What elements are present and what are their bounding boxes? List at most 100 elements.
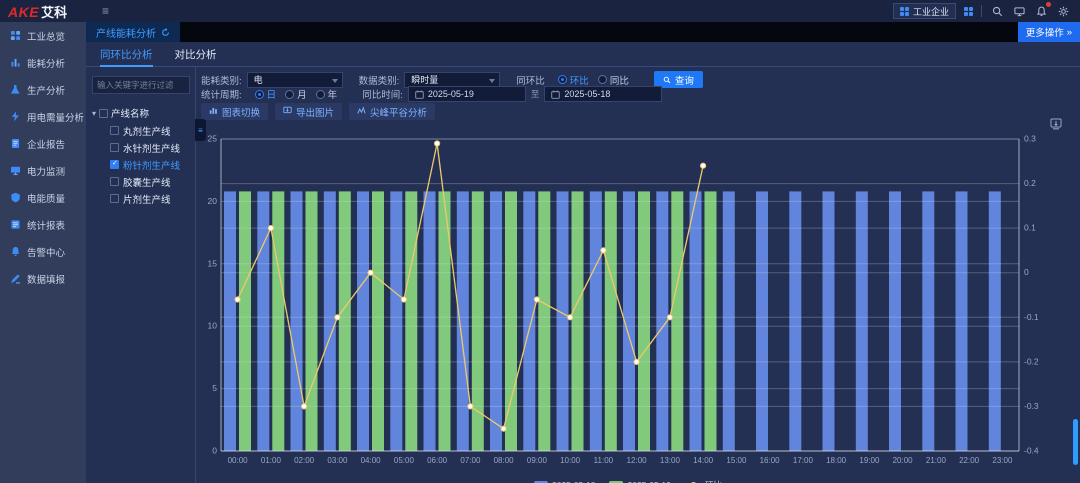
legend-item-3[interactable]: 环比 [685, 479, 722, 483]
sidebar-item-7[interactable]: 电能质量 [0, 184, 86, 211]
energy-category-label: 能耗类别: [201, 73, 242, 87]
more-actions-button[interactable]: 更多操作» [1018, 22, 1080, 42]
apps-grid-icon[interactable] [964, 7, 973, 16]
header-divider [981, 5, 982, 17]
sidebar-item-2[interactable]: 能耗分析 [0, 49, 86, 76]
query-button-label: 查询 [675, 73, 694, 87]
tree-root-checkbox[interactable] [99, 109, 108, 118]
power-quality-shield-icon [9, 192, 21, 204]
tree-item-checkbox[interactable] [110, 160, 119, 169]
sidebar-item-9[interactable]: 告警中心 [0, 238, 86, 265]
save-image-icon[interactable] [1050, 117, 1063, 130]
tree-item-checkbox[interactable] [110, 143, 119, 152]
tree-search-input[interactable] [92, 76, 190, 94]
compare-date-start[interactable]: 2025-05-19 [408, 86, 526, 102]
svg-text:0: 0 [1024, 267, 1029, 277]
production-line-tree-panel: ▾ 产线名称 丸剂生产线水针剂生产线粉针剂生产线胶囊生产线片剂生产线 ≡ [86, 67, 196, 483]
tab-production-line-energy[interactable]: 产线能耗分析 [86, 22, 180, 42]
tree-root-label: 产线名称 [111, 106, 149, 120]
statistics-sheet-icon [9, 219, 21, 231]
tree-collapse-handle[interactable]: ≡ [195, 119, 206, 141]
tab-label: 产线能耗分析 [96, 25, 156, 40]
sidebar-item-label: 企业报告 [27, 137, 65, 151]
svg-text:08:00: 08:00 [494, 456, 515, 465]
radio-label: 环比 [570, 73, 589, 87]
action-button-label: 导出图片 [296, 105, 334, 119]
tree-item-label: 丸剂生产线 [123, 124, 171, 138]
svg-text:01:00: 01:00 [261, 456, 282, 465]
sidebar-item-label: 用电需量分析 [27, 110, 84, 124]
tree-item-1[interactable]: 丸剂生产线 [92, 122, 190, 139]
radio-dot-icon [285, 90, 294, 99]
action-button-3[interactable]: 尖峰平谷分析 [349, 103, 435, 120]
subtab-1[interactable]: 同环比分析 [100, 42, 153, 67]
svg-text:5: 5 [212, 383, 217, 393]
tree-item-5[interactable]: 片剂生产线 [92, 190, 190, 207]
content-panel: 同环比分析对比分析 ▾ 产线名称 丸剂生产线水针剂生产线粉针剂生产线胶囊生产线片… [86, 42, 1080, 483]
chart-legend: 2025-05-182025-05-19环比 [197, 479, 1059, 483]
sidebar-item-8[interactable]: 统计报表 [0, 211, 86, 238]
tree-item-checkbox[interactable] [110, 126, 119, 135]
radio-option-同比[interactable]: 同比 [598, 73, 629, 87]
tab-bar: 产线能耗分析 更多操作» [86, 22, 1080, 42]
vertical-scrollbar[interactable] [1073, 419, 1078, 465]
sidebar-item-6[interactable]: 电力监测 [0, 157, 86, 184]
radio-label: 月 [297, 87, 307, 101]
tree-item-checkbox[interactable] [110, 194, 119, 203]
sidebar-collapse-icon[interactable]: ≡ [102, 4, 109, 18]
sidebar-item-10[interactable]: 数据填报 [0, 265, 86, 292]
report-doc-icon [9, 138, 21, 150]
tree-root-node[interactable]: ▾ 产线名称 [92, 106, 190, 120]
app-root: AKE 艾科 ≡ 工业企业 工业总览能耗 [0, 0, 1080, 483]
action-button-2[interactable]: 导出图片 [275, 103, 342, 120]
notification-icon[interactable] [1034, 4, 1048, 18]
sidebar-item-label: 告警中心 [27, 245, 65, 259]
svg-text:16:00: 16:00 [760, 456, 781, 465]
svg-text:02:00: 02:00 [294, 456, 315, 465]
search-icon [663, 76, 671, 84]
sidebar-item-1[interactable]: 工业总览 [0, 22, 86, 49]
sidebar-item-label: 生产分析 [27, 83, 65, 97]
sidebar-item-3[interactable]: 生产分析 [0, 76, 86, 103]
radio-option-年[interactable]: 年 [316, 87, 338, 101]
tree-item-2[interactable]: 水针剂生产线 [92, 139, 190, 156]
svg-text:12:00: 12:00 [627, 456, 648, 465]
svg-text:0: 0 [212, 446, 217, 456]
subtab-2[interactable]: 对比分析 [175, 42, 217, 67]
tree-item-label: 胶囊生产线 [123, 175, 171, 189]
workspace-grid-icon [900, 7, 909, 16]
sidebar-item-4[interactable]: 用电需量分析 [0, 103, 86, 130]
subtab-bar: 同环比分析对比分析 [86, 42, 1080, 67]
monitor-icon[interactable] [1012, 4, 1026, 18]
compare-date-end[interactable]: 2025-05-18 [544, 86, 662, 102]
search-icon[interactable] [990, 4, 1004, 18]
tree-item-3[interactable]: 粉针剂生产线 [92, 156, 190, 173]
radio-option-日[interactable]: 日 [255, 87, 277, 101]
svg-text:03:00: 03:00 [327, 456, 348, 465]
caret-down-icon[interactable]: ▾ [92, 109, 96, 118]
radio-option-月[interactable]: 月 [285, 87, 307, 101]
svg-text:0.1: 0.1 [1024, 223, 1036, 233]
svg-text:21:00: 21:00 [926, 456, 947, 465]
enterprise-switch-button[interactable]: 工业企业 [893, 3, 956, 19]
action-button-1[interactable]: 图表切换 [201, 103, 268, 120]
radio-label: 同比 [610, 73, 629, 87]
svg-text:25: 25 [208, 134, 218, 144]
svg-text:11:00: 11:00 [594, 456, 614, 465]
radio-option-环比[interactable]: 环比 [558, 73, 589, 87]
radio-label: 年 [328, 87, 338, 101]
period-label: 统计周期: [201, 87, 242, 101]
sidebar-item-5[interactable]: 企业报告 [0, 130, 86, 157]
chart-canvas[interactable]: 05101520250.30.20.10-0.1-0.2-0.3-0.400:0… [197, 123, 1059, 475]
tree-item-4[interactable]: 胶囊生产线 [92, 173, 190, 190]
sidebar-item-label: 工业总览 [27, 29, 65, 43]
svg-text:10:00: 10:00 [560, 456, 581, 465]
tree-item-checkbox[interactable] [110, 177, 119, 186]
period-radio-group: 日月年 [255, 87, 347, 101]
tree-item-label: 片剂生产线 [123, 192, 171, 206]
action-button-label: 图表切换 [222, 105, 260, 119]
settings-icon[interactable] [1056, 4, 1070, 18]
svg-text:00:00: 00:00 [228, 456, 249, 465]
refresh-icon[interactable] [161, 28, 170, 37]
svg-text:0.3: 0.3 [1024, 134, 1036, 144]
